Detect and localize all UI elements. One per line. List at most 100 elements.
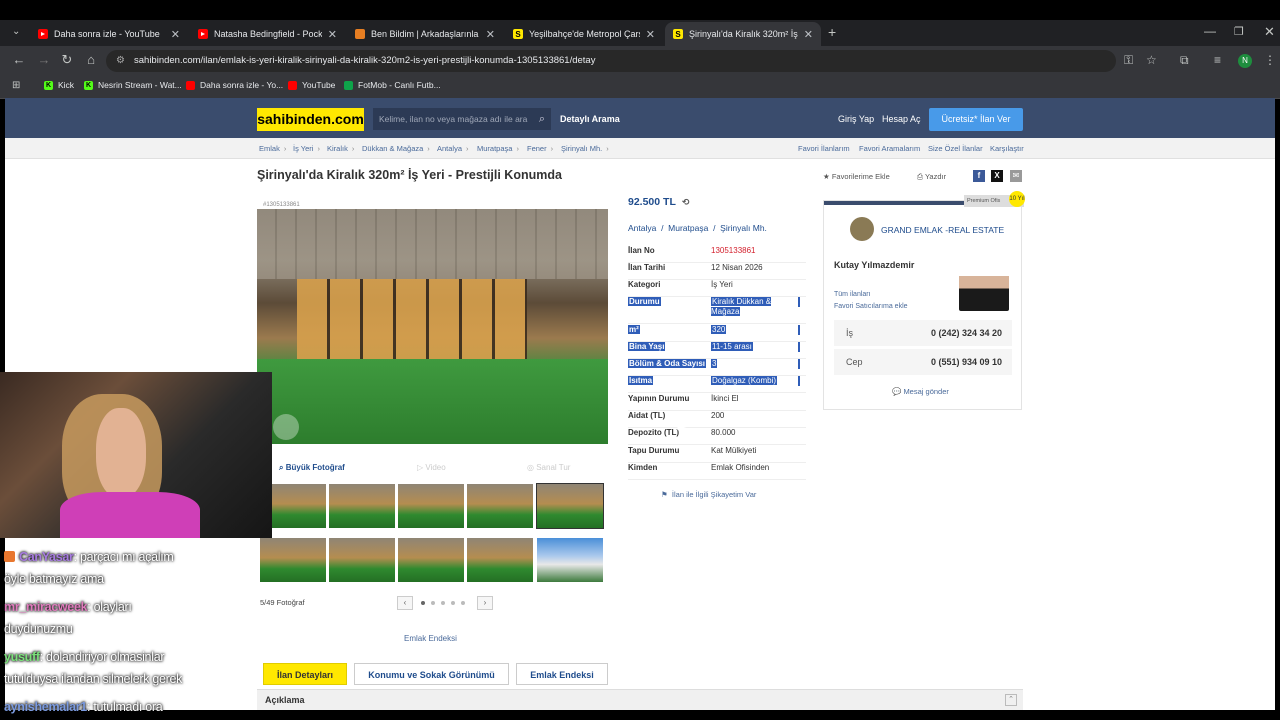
- thumbnail-selected[interactable]: [536, 483, 604, 529]
- email-share-icon[interactable]: ✉: [1010, 170, 1022, 182]
- thumbnail[interactable]: [329, 484, 395, 528]
- breadcrumb-item[interactable]: Muratpaşa ›: [477, 144, 519, 153]
- top-link[interactable]: Size Özel İlanlar: [928, 144, 983, 153]
- browser-tab[interactable]: Daha sonra izle - YouTube ✕: [30, 22, 188, 46]
- reload-icon[interactable]: ↻: [58, 52, 76, 68]
- site-search-input[interactable]: Kelime, ilan no veya mağaza adı ile ara …: [373, 108, 551, 130]
- price-history-icon[interactable]: ⟲: [682, 197, 690, 207]
- new-tab-button[interactable]: +: [828, 24, 836, 40]
- pager-dot[interactable]: [461, 601, 465, 605]
- post-ad-button[interactable]: Ücretsiz* İlan Ver: [929, 108, 1023, 131]
- extensions-icon[interactable]: ⧉: [1180, 53, 1189, 68]
- tab-search-dropdown-icon[interactable]: ⌄: [12, 26, 20, 37]
- site-info-icon[interactable]: ⚙: [116, 50, 125, 72]
- send-message-link[interactable]: 💬 Mesaj gönder: [892, 387, 949, 396]
- detailed-search-link[interactable]: Detaylı Arama: [560, 114, 620, 124]
- firm-name[interactable]: GRAND EMLAK -REAL ESTATE: [881, 225, 1004, 235]
- top-link[interactable]: Favori İlanlarım: [798, 144, 850, 153]
- emlak-endeksi-link[interactable]: Emlak Endeksi: [404, 634, 457, 643]
- top-link[interactable]: Karşılaştır: [990, 144, 1024, 153]
- thumbnail[interactable]: [329, 538, 395, 582]
- thumbnail[interactable]: [260, 538, 326, 582]
- browser-tab[interactable]: Ben Bildim | Arkadaşlarınla Onl ✕: [347, 22, 503, 46]
- login-link[interactable]: Giriş Yap: [838, 114, 874, 124]
- back-icon[interactable]: ←: [10, 52, 28, 67]
- firm-logo[interactable]: [850, 217, 874, 241]
- location-neighborhood[interactable]: Şirinyalı Mh.: [720, 223, 767, 233]
- browser-tab[interactable]: S Şirinyalı'da Kiralık 320m² İş Yeri ✕: [665, 22, 821, 46]
- profile-avatar[interactable]: N: [1238, 54, 1252, 68]
- big-photo-button[interactable]: ⌕ Büyük Fotoğraf: [279, 463, 345, 473]
- minimize-window-icon[interactable]: —: [1204, 24, 1216, 38]
- bookmark-item[interactable]: Daha sonra izle - Yo...: [186, 80, 283, 90]
- close-tab-icon[interactable]: ✕: [804, 28, 813, 41]
- thumbnail[interactable]: [467, 538, 533, 582]
- facebook-share-icon[interactable]: f: [973, 170, 985, 182]
- bookmark-item[interactable]: YouTube: [288, 80, 335, 90]
- prev-page-icon[interactable]: ‹: [397, 596, 413, 610]
- add-favorite-link[interactable]: ★ Favorilerime Ekle: [823, 172, 890, 181]
- bookmark-item[interactable]: FotMob - Canlı Futb...: [344, 80, 441, 90]
- star-icon: ★: [823, 172, 830, 181]
- tab-emlak-endeksi[interactable]: Emlak Endeksi: [516, 663, 608, 685]
- browser-tab[interactable]: Natasha Bedingfield - Pocketful ✕: [190, 22, 345, 46]
- complaint-link[interactable]: ⚑ İlan ile İlgili Şikayetim Var: [661, 490, 756, 499]
- bookmark-item[interactable]: K Kick: [44, 80, 74, 90]
- thumbnail[interactable]: [398, 538, 464, 582]
- address-bar[interactable]: ⚙ sahibinden.com/ilan/emlak-is-yeri-kira…: [106, 50, 1116, 72]
- breadcrumb-item[interactable]: Dükkan & Mağaza ›: [362, 144, 430, 153]
- close-tab-icon[interactable]: ✕: [486, 28, 495, 41]
- main-photo[interactable]: [257, 209, 608, 444]
- close-window-icon[interactable]: ✕: [1264, 24, 1275, 40]
- detail-value: Kiralık Dükkan & Mağaza: [711, 297, 772, 316]
- close-tab-icon[interactable]: ✕: [646, 28, 655, 41]
- apps-grid-icon[interactable]: ⊞: [12, 80, 20, 91]
- tab-location-street-view[interactable]: Konumu ve Sokak Görünümü: [354, 663, 509, 685]
- years-badge: 10 Yıl: [1009, 191, 1025, 207]
- send-message-label: Mesaj gönder: [903, 387, 949, 396]
- video-button[interactable]: ▷ Video: [417, 463, 446, 472]
- media-controls-icon[interactable]: ≡: [1214, 53, 1221, 67]
- close-tab-icon[interactable]: ✕: [328, 28, 337, 41]
- search-icon[interactable]: ⌕: [539, 108, 545, 130]
- restore-window-icon[interactable]: ❐: [1234, 25, 1244, 38]
- bookmark-star-icon[interactable]: ☆: [1146, 53, 1157, 67]
- site-logo[interactable]: sahibinden.com: [257, 108, 364, 131]
- close-tab-icon[interactable]: ✕: [171, 28, 180, 41]
- description-section-header[interactable]: Açıklama ⌃: [257, 689, 1023, 710]
- pager-dot[interactable]: [421, 601, 425, 605]
- location-city[interactable]: Antalya: [628, 223, 656, 233]
- detail-row: m² 320: [628, 325, 806, 342]
- register-link[interactable]: Hesap Aç: [882, 114, 921, 124]
- breadcrumb-item[interactable]: Antalya ›: [437, 144, 469, 153]
- home-icon[interactable]: ⌂: [82, 52, 100, 67]
- pager-dot[interactable]: [441, 601, 445, 605]
- print-link[interactable]: ⎙ Yazdır: [917, 172, 946, 182]
- breadcrumb-item[interactable]: Kiralık ›: [327, 144, 354, 153]
- mobile-phone[interactable]: Cep 0 (551) 934 09 10: [834, 349, 1012, 375]
- top-link[interactable]: Favori Aramalarım: [859, 144, 920, 153]
- browser-menu-icon[interactable]: ⋮: [1264, 53, 1276, 67]
- breadcrumb-item[interactable]: Emlak ›: [259, 144, 286, 153]
- virtual-tour-button[interactable]: ◎ Sanal Tur: [527, 463, 570, 472]
- forward-icon[interactable]: →: [35, 52, 53, 67]
- location-district[interactable]: Muratpaşa: [668, 223, 708, 233]
- x-share-icon[interactable]: X: [991, 170, 1003, 182]
- all-listings-link[interactable]: Tüm ilanları: [834, 291, 871, 298]
- next-page-icon[interactable]: ›: [477, 596, 493, 610]
- work-phone[interactable]: İş 0 (242) 324 34 20: [834, 320, 1012, 346]
- browser-tab[interactable]: S Yeşilbahçe'de Metropol Çarşısı ✕: [505, 22, 663, 46]
- breadcrumb-item[interactable]: Fener ›: [527, 144, 553, 153]
- add-favorite-seller-link[interactable]: Favori Satıcılarıma ekle: [834, 303, 908, 310]
- breadcrumb-item[interactable]: İş Yeri ›: [293, 144, 320, 153]
- pager-dot[interactable]: [431, 601, 435, 605]
- password-key-icon[interactable]: ⚿: [1124, 53, 1133, 68]
- collapse-icon[interactable]: ⌃: [1005, 694, 1017, 706]
- breadcrumb-item[interactable]: Şirinyalı Mh. ›: [561, 144, 609, 153]
- thumbnail[interactable]: [537, 538, 603, 582]
- thumbnail[interactable]: [467, 484, 533, 528]
- pager-dot[interactable]: [451, 601, 455, 605]
- tab-listing-details[interactable]: İlan Detayları: [263, 663, 347, 685]
- thumbnail[interactable]: [398, 484, 464, 528]
- bookmark-item[interactable]: K Nesrin Stream - Wat...: [84, 80, 182, 90]
